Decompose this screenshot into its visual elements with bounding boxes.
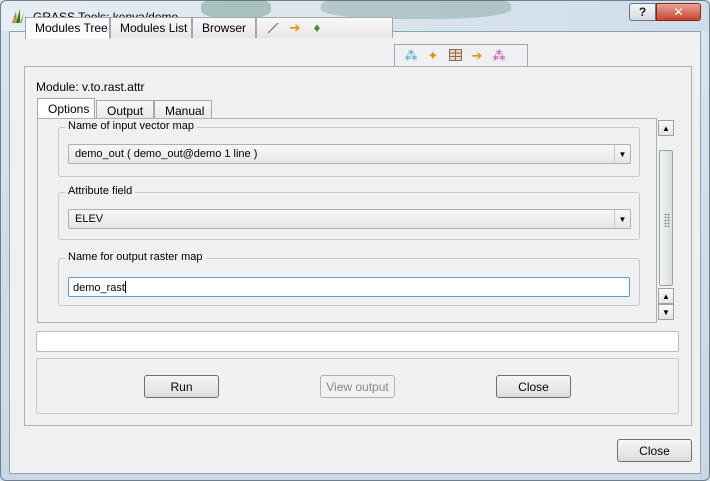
module-close-button[interactable]: Close (496, 375, 571, 398)
view-output-button[interactable]: View output (320, 375, 395, 398)
window-close-button[interactable]: ✕ (656, 3, 701, 21)
tab-options[interactable]: Options (37, 98, 95, 119)
tab-modules-tree[interactable]: Modules Tree (25, 17, 110, 39)
arrow-right-icon: ➔ (289, 20, 301, 35)
tab-modules-list[interactable]: Modules List (110, 17, 192, 38)
cluster-icon: ⁂ (492, 47, 506, 63)
table-icon (448, 48, 462, 63)
star-icon: ✦ (427, 47, 439, 63)
attribute-field-label: Attribute field (65, 185, 136, 197)
output-raster-label: Name for output raster map (65, 251, 206, 263)
action-button-box: Run View output Close (36, 358, 679, 414)
attribute-field-combobox[interactable]: ELEV ▼ (68, 209, 631, 229)
scroll-up-icon[interactable]: ▲ (658, 120, 674, 136)
attribute-field-value: ELEV (75, 213, 104, 225)
chevron-down-icon[interactable]: ▼ (614, 145, 630, 163)
output-raster-input[interactable]: demo_rast (68, 277, 630, 297)
scrollbar-thumb[interactable] (659, 150, 673, 286)
tab-toolbar-icons[interactable]: ➔ ♦ (256, 17, 393, 38)
grass-icon (12, 9, 24, 23)
run-button[interactable]: Run (144, 375, 219, 398)
chevron-down-icon[interactable]: ▼ (614, 210, 630, 228)
attribute-field-group: Attribute field ELEV ▼ (58, 185, 640, 240)
input-vector-combobox[interactable]: demo_out ( demo_out@demo 1 line ) ▼ (68, 144, 631, 164)
line-icon (266, 21, 280, 35)
tab-browser[interactable]: Browser (192, 17, 256, 38)
input-vector-group: Name of input vector map demo_out ( demo… (58, 120, 640, 177)
tab-analysis-icons[interactable]: ⁂ ✦ ➔ ⁂ (394, 44, 528, 66)
grip-icon (664, 213, 670, 227)
help-button[interactable]: ? (629, 3, 656, 21)
grass-tool-icon: ♦ (313, 20, 321, 35)
scroll-down-icon[interactable]: ▼ (658, 304, 674, 320)
module-title: Module: v.to.rast.attr (36, 80, 145, 94)
tab-manual[interactable]: Manual (154, 100, 212, 120)
arrow-right-icon: ➔ (471, 47, 483, 63)
grass-tools-window: GRASS Tools: kenya/demo ? ✕ Modules Tree… (0, 0, 710, 481)
input-vector-value: demo_out ( demo_out@demo 1 line ) (75, 148, 258, 160)
dialog-close-button[interactable]: Close (617, 439, 692, 462)
tab-output[interactable]: Output (96, 100, 154, 120)
progress-bar (36, 331, 679, 352)
output-raster-value: demo_rast (73, 282, 125, 294)
text-caret (124, 281, 126, 293)
scroll-up-icon[interactable]: ▲ (658, 288, 674, 304)
output-raster-group: Name for output raster map demo_rast (58, 251, 640, 306)
input-vector-label: Name of input vector map (65, 120, 197, 132)
options-scrollbar[interactable]: ▲ ▲ ▼ (658, 120, 674, 321)
network-icon: ⁂ (404, 47, 418, 63)
options-scroll-area: Name of input vector map demo_out ( demo… (37, 118, 657, 323)
